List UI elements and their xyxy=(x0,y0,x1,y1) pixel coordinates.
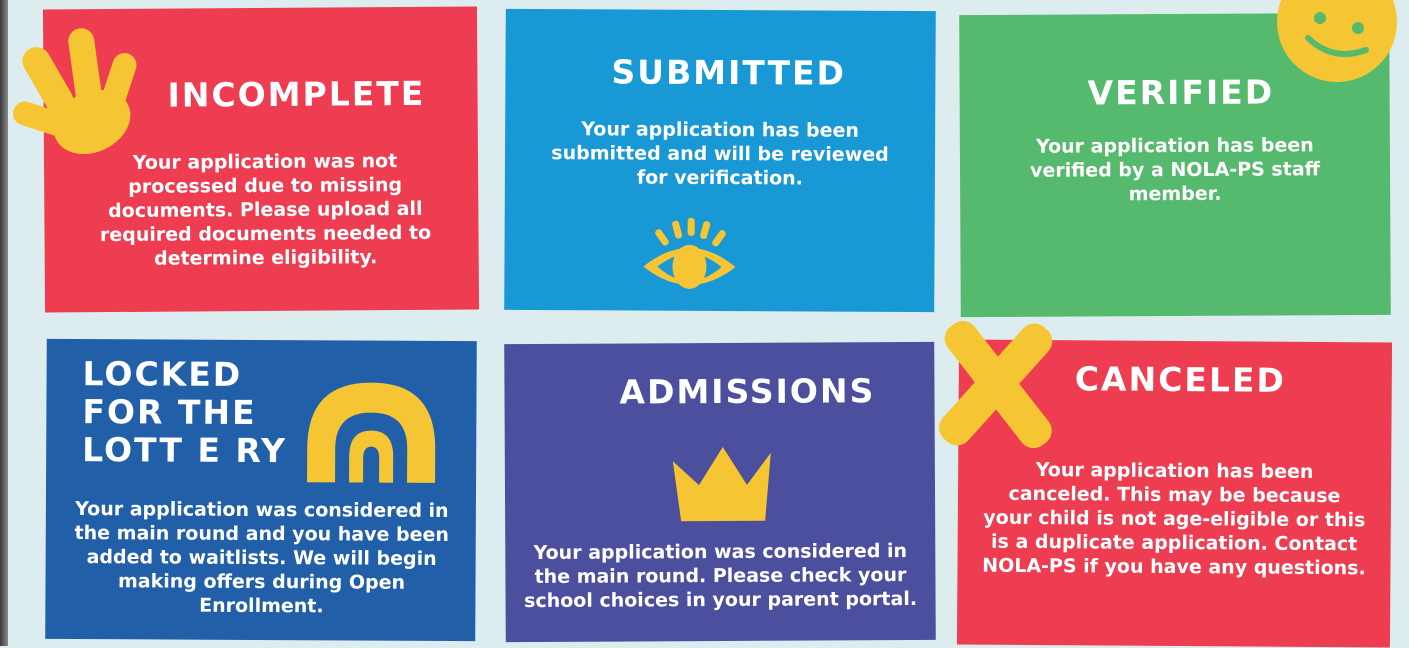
card-body-admissions: Your application was considered in the m… xyxy=(524,540,918,613)
card-body-locked: Your application was considered in the m… xyxy=(74,498,449,618)
smiley-icon xyxy=(1277,0,1397,82)
title-line: LOCKED xyxy=(82,354,243,394)
eye-icon xyxy=(643,217,736,289)
card-title-canceled: CANCELED xyxy=(1074,359,1287,400)
hand-icon xyxy=(13,28,137,155)
card-body-canceled: Your application has been canceled. This… xyxy=(982,459,1366,580)
card-title-verified: VERIFIED xyxy=(1087,72,1275,113)
card-title-incomplete: INCOMPLETE xyxy=(167,73,426,115)
card-body-incomplete: Your application was not processed due t… xyxy=(99,150,432,270)
crown-icon xyxy=(672,446,771,522)
card-submitted: SUBMITTED Your application has been subm… xyxy=(504,8,936,313)
card-body-verified: Your application has been verified by a … xyxy=(1029,134,1321,206)
x-mark-icon xyxy=(939,321,1053,449)
card-admissions: ADMISSIONS Your application was consider… xyxy=(504,341,936,643)
card-body-submitted: Your application has been submitted and … xyxy=(551,118,889,190)
card-title-admissions: ADMISSIONS xyxy=(619,371,876,412)
card-title-submitted: SUBMITTED xyxy=(611,52,847,93)
title-line: FOR THE xyxy=(82,392,257,432)
rainbow-icon xyxy=(307,382,436,483)
left-edge-strip xyxy=(0,0,8,646)
title-line: LOTT E RY xyxy=(82,430,288,471)
card-locked-for-lottery: LOCKED FOR THE LOTT E RY Your applicatio… xyxy=(45,338,477,642)
card-title-locked: LOCKED FOR THE LOTT E RY xyxy=(82,354,288,471)
